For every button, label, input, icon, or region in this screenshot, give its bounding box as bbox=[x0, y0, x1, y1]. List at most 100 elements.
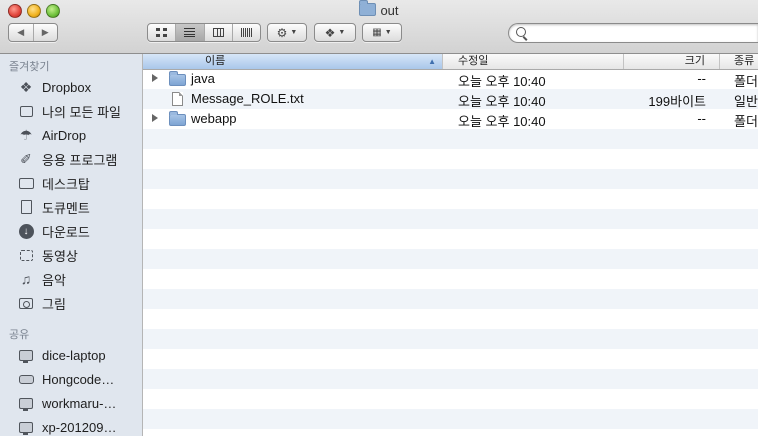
monitor-icon bbox=[18, 395, 34, 411]
coverflow-view-button[interactable] bbox=[231, 24, 260, 41]
view-mode-control bbox=[147, 23, 261, 42]
table-row[interactable]: java 오늘 오후 10:40 -- 폴더 bbox=[143, 69, 758, 89]
sidebar-item-workmaru[interactable]: workmaru-… bbox=[18, 392, 142, 414]
sidebar-item-movies[interactable]: 동영상 bbox=[18, 244, 142, 266]
sidebar-item-hongcode[interactable]: Hongcode… bbox=[18, 368, 142, 390]
arrange-grid-icon: ▦ bbox=[372, 27, 382, 38]
disclosure-triangle-icon[interactable] bbox=[152, 114, 158, 122]
column-header-name[interactable]: 이름 ▲ bbox=[143, 54, 443, 69]
file-date: 오늘 오후 10:40 bbox=[458, 94, 546, 109]
sidebar-item-desktop[interactable]: 데스크탑 bbox=[18, 172, 142, 194]
dropbox-icon: ❖ bbox=[324, 25, 336, 40]
monitor-icon bbox=[18, 347, 34, 363]
table-row[interactable]: webapp 오늘 오후 10:40 -- 폴더 bbox=[143, 109, 758, 129]
window-title-text: out bbox=[380, 3, 399, 18]
sidebar-item-label: AirDrop bbox=[42, 127, 87, 143]
movies-icon bbox=[18, 247, 34, 263]
folder-icon bbox=[169, 71, 186, 86]
column-header-size[interactable]: 크기 bbox=[624, 54, 720, 69]
disclosure-triangle-icon[interactable] bbox=[152, 74, 158, 82]
file-size: -- bbox=[697, 71, 706, 86]
column-header-kind[interactable]: 종류 bbox=[720, 54, 758, 69]
forward-button[interactable]: ▶ bbox=[32, 24, 58, 41]
file-name: java bbox=[191, 71, 215, 86]
search-field[interactable] bbox=[508, 23, 758, 43]
sidebar-item-label: 음악 bbox=[42, 272, 66, 288]
chevron-left-icon: ◀ bbox=[17, 27, 25, 37]
sidebar-item-documents[interactable]: 도큐멘트 bbox=[18, 196, 142, 218]
sidebar-heading-shared: 공유 bbox=[9, 329, 30, 341]
window-title: out bbox=[0, 0, 758, 18]
dropbox-menu-button[interactable]: ❖ ▼ bbox=[314, 23, 356, 42]
icon-view-button[interactable] bbox=[148, 24, 175, 41]
chevron-down-icon: ▼ bbox=[384, 29, 392, 36]
sidebar-item-xp[interactable]: xp-201209… bbox=[18, 416, 142, 436]
column-header-label: 크기 bbox=[684, 55, 705, 67]
sidebar-item-label: 응용 프로그램 bbox=[42, 152, 118, 168]
sidebar-item-label: xp-201209… bbox=[42, 419, 117, 435]
sidebar-item-dice-laptop[interactable]: dice-laptop bbox=[18, 344, 142, 366]
file-name: webapp bbox=[191, 111, 237, 126]
airdrop-icon: ☂ bbox=[19, 126, 33, 143]
sidebar-item-downloads[interactable]: ↓ 다운로드 bbox=[18, 220, 142, 242]
sidebar: 즐겨찾기 ❖ Dropbox 나의 모든 파일 ☂ AirDrop ✐ 응용 프… bbox=[0, 54, 143, 436]
list-view-button[interactable] bbox=[175, 24, 204, 41]
sidebar-item-label: 나의 모든 파일 bbox=[42, 104, 121, 120]
sidebar-item-label: Dropbox bbox=[42, 79, 92, 95]
icon-view-icon bbox=[156, 28, 168, 37]
file-size: -- bbox=[697, 111, 706, 126]
column-view-button[interactable] bbox=[203, 24, 232, 41]
search-icon bbox=[516, 27, 526, 37]
sidebar-item-applications[interactable]: ✐ 응용 프로그램 bbox=[18, 148, 142, 170]
desktop-icon bbox=[18, 175, 34, 191]
sidebar-item-pictures[interactable]: 그림 bbox=[18, 292, 142, 314]
chevron-down-icon: ▼ bbox=[290, 29, 298, 36]
sidebar-item-all-files[interactable]: 나의 모든 파일 bbox=[18, 100, 142, 122]
server-icon bbox=[18, 371, 34, 387]
sidebar-item-label: 도큐멘트 bbox=[42, 200, 90, 216]
documents-icon bbox=[18, 199, 34, 215]
sidebar-heading-favorites: 즐겨찾기 bbox=[9, 61, 50, 73]
file-kind: 폴더 bbox=[734, 74, 758, 89]
all-files-icon bbox=[18, 103, 34, 119]
list-view-icon bbox=[184, 28, 196, 37]
downloads-icon: ↓ bbox=[18, 223, 34, 239]
pictures-icon bbox=[18, 295, 34, 311]
file-date: 오늘 오후 10:40 bbox=[458, 74, 546, 89]
table-row[interactable]: Message_ROLE.txt 오늘 오후 10:40 199바이트 일반 bbox=[143, 89, 758, 109]
back-button[interactable]: ◀ bbox=[9, 24, 33, 41]
sidebar-item-label: workmaru-… bbox=[42, 395, 117, 411]
chevron-right-icon: ▶ bbox=[41, 27, 49, 37]
column-header-label: 이름 bbox=[205, 55, 226, 67]
action-menu-button[interactable]: ⚙ ▼ bbox=[267, 23, 307, 42]
applications-icon: ✐ bbox=[20, 150, 32, 167]
file-kind: 폴더 bbox=[734, 114, 758, 129]
sidebar-item-label: Hongcode… bbox=[42, 371, 115, 387]
window-toolbar: out ◀ ▶ ⚙ ▼ ❖ ▼ ▦ ▼ bbox=[0, 0, 758, 54]
column-header-date[interactable]: 수정일 bbox=[443, 54, 624, 69]
column-view-icon bbox=[212, 28, 224, 37]
gear-icon: ⚙ bbox=[276, 25, 288, 40]
sidebar-item-label: 동영상 bbox=[42, 248, 78, 264]
monitor-icon bbox=[18, 419, 34, 435]
coverflow-view-icon bbox=[240, 28, 252, 37]
folder-icon bbox=[359, 0, 377, 16]
dropbox-icon: ❖ bbox=[19, 78, 33, 95]
file-list: 이름 ▲ 수정일 크기 종류 java 오늘 오후 10:40 -- 폴더 Me… bbox=[143, 54, 758, 436]
sidebar-item-label: 데스크탑 bbox=[42, 176, 90, 192]
file-kind: 일반 bbox=[734, 94, 758, 109]
sidebar-item-dropbox[interactable]: ❖ Dropbox bbox=[18, 76, 142, 98]
sidebar-item-music[interactable]: ♫ 음악 bbox=[18, 268, 142, 290]
search-input[interactable] bbox=[531, 25, 755, 43]
column-header-bar: 이름 ▲ 수정일 크기 종류 bbox=[143, 54, 758, 70]
sidebar-item-airdrop[interactable]: ☂ AirDrop bbox=[18, 124, 142, 146]
back-forward-control: ◀ ▶ bbox=[8, 23, 58, 42]
folder-icon bbox=[169, 111, 186, 126]
sort-ascending-icon: ▲ bbox=[428, 57, 436, 66]
chevron-down-icon: ▼ bbox=[338, 29, 346, 36]
file-name: Message_ROLE.txt bbox=[191, 91, 304, 106]
file-size: 199바이트 bbox=[648, 94, 706, 109]
arrange-menu-button[interactable]: ▦ ▼ bbox=[362, 23, 402, 42]
sidebar-item-label: 그림 bbox=[42, 296, 66, 312]
column-header-label: 수정일 bbox=[458, 55, 489, 67]
